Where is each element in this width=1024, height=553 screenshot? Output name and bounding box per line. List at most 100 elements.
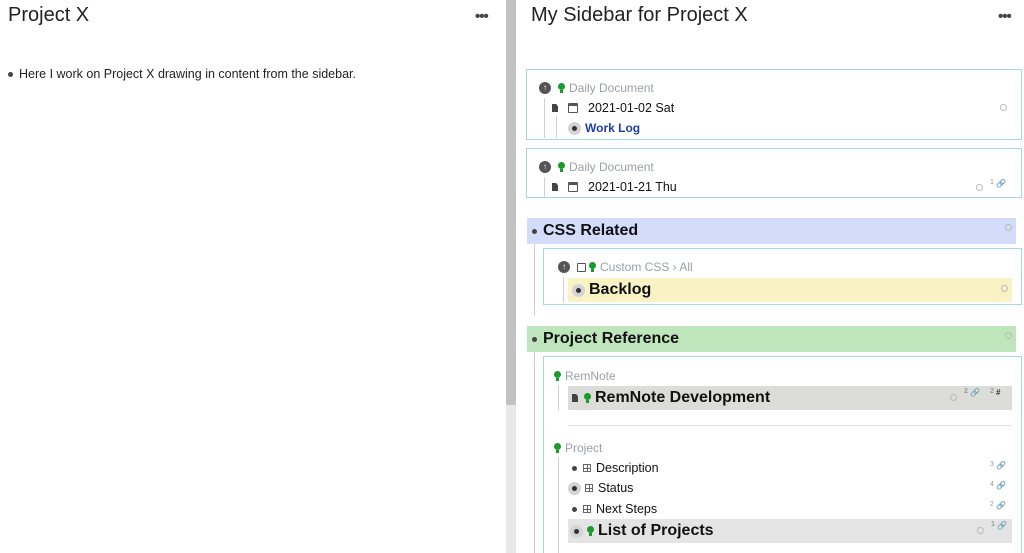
portal-project-reference: RemNote RemNote Development 2 🔗 2 # Proj…: [543, 356, 1022, 553]
sidebar-more-options-icon[interactable]: •••: [998, 8, 1012, 25]
tag-count: 2: [990, 388, 994, 395]
calendar-icon: [568, 103, 578, 113]
list-item[interactable]: Description: [572, 461, 659, 475]
lightbulb-icon: [554, 442, 561, 454]
link-icon[interactable]: 🔗: [970, 388, 980, 397]
arrow-up-icon[interactable]: ↑: [558, 261, 570, 273]
portal-breadcrumb: Project: [554, 441, 602, 455]
indent-line: [544, 177, 545, 197]
rem-menu-dot[interactable]: [950, 394, 957, 401]
lightbulb-icon: [558, 161, 565, 173]
table-icon: [585, 484, 593, 492]
link-icon[interactable]: 🔗: [996, 461, 1006, 470]
collapsed-bullet-icon[interactable]: [568, 481, 581, 495]
rem-menu-dot[interactable]: [976, 184, 983, 191]
collapsed-bullet-icon[interactable]: [570, 524, 583, 538]
document-icon: [552, 104, 558, 112]
date-rem-row[interactable]: 2021-01-21 Thu: [552, 180, 677, 194]
list-of-projects-title[interactable]: List of Projects: [598, 522, 714, 540]
project-reference-title[interactable]: Project Reference: [543, 330, 679, 348]
calendar-icon: [568, 182, 578, 192]
remnote-development-row[interactable]: RemNote Development 2 🔗 2 #: [568, 386, 1012, 410]
work-log-link[interactable]: Work Log: [585, 121, 640, 135]
link-icon[interactable]: 🔗: [996, 501, 1006, 510]
breadcrumb-remnote[interactable]: RemNote: [565, 369, 616, 383]
status-label[interactable]: Status: [598, 481, 633, 495]
lightbulb-icon: [587, 525, 594, 537]
bullet-icon[interactable]: [572, 465, 577, 471]
list-item[interactable]: Status: [568, 481, 633, 495]
indent-line: [558, 385, 559, 411]
backlog-row[interactable]: Backlog: [568, 278, 1012, 302]
indent-line: [556, 116, 557, 138]
work-log-row[interactable]: Work Log: [568, 121, 640, 135]
portal-breadcrumb: RemNote: [554, 369, 616, 383]
link-icon[interactable]: 🔗: [997, 521, 1007, 530]
rem-menu-dot[interactable]: [1005, 332, 1012, 339]
link-icon[interactable]: 🔗: [996, 179, 1006, 188]
rem-menu-dot[interactable]: [1001, 285, 1008, 292]
hashtag-icon[interactable]: #: [996, 388, 1000, 397]
table-icon: [583, 464, 591, 472]
indent-line: [563, 277, 564, 303]
css-related-title[interactable]: CSS Related: [543, 222, 638, 240]
portal-daily-document-1: ↑ Daily Document 2021-01-02 Sat Work Log: [526, 69, 1022, 140]
bullet-icon[interactable]: [532, 228, 537, 234]
reference-count: 1: [991, 521, 995, 528]
arrow-up-icon[interactable]: ↑: [539, 82, 551, 94]
bullet-icon[interactable]: [532, 336, 537, 342]
rem-bullet-row[interactable]: Here I work on Project X drawing in cont…: [8, 67, 356, 81]
portal-custom-css: ↑ Custom CSS › All Backlog: [543, 248, 1022, 305]
checkbox[interactable]: [577, 262, 586, 272]
rem-menu-dot[interactable]: [1005, 224, 1012, 231]
breadcrumb-daily-document[interactable]: Daily Document: [569, 81, 654, 95]
portal-breadcrumb: ↑ Daily Document: [539, 160, 654, 174]
bullet-icon[interactable]: [8, 71, 13, 77]
left-pane: Project X ••• Here I work on Project X d…: [0, 0, 506, 553]
list-of-projects-row[interactable]: List of Projects 1 🔗: [568, 519, 1012, 543]
next-steps-label[interactable]: Next Steps: [596, 502, 657, 516]
description-label[interactable]: Description: [596, 461, 659, 475]
pane-scrollbar[interactable]: [506, 0, 516, 553]
rem-menu-dot[interactable]: [1000, 104, 1007, 111]
link-icon[interactable]: 🔗: [996, 481, 1006, 490]
date-rem-row[interactable]: 2021-01-02 Sat: [552, 101, 674, 115]
reference-count: 2: [990, 501, 994, 508]
breadcrumb-project[interactable]: Project: [565, 441, 602, 455]
indent-line: [534, 352, 535, 553]
date-text[interactable]: 2021-01-02 Sat: [588, 101, 674, 115]
page-title: Project X: [8, 4, 90, 26]
indent-line: [534, 244, 535, 316]
backlog-title[interactable]: Backlog: [589, 281, 651, 299]
scrollbar-thumb[interactable]: [506, 0, 516, 405]
sidebar-title: My Sidebar for Project X: [531, 4, 748, 26]
reference-count: 2: [964, 388, 968, 395]
reference-count: 3: [990, 461, 994, 468]
breadcrumb-custom-css[interactable]: Custom CSS › All: [600, 260, 693, 274]
arrow-up-icon[interactable]: ↑: [539, 161, 551, 173]
document-icon: [572, 394, 578, 402]
document-icon: [552, 183, 558, 191]
indent-line: [544, 98, 545, 138]
project-reference-header[interactable]: Project Reference: [527, 326, 1016, 352]
portal-daily-document-2: ↑ Daily Document 2021-01-21 Thu 1 🔗: [526, 148, 1022, 198]
date-text[interactable]: 2021-01-21 Thu: [588, 180, 677, 194]
breadcrumb-daily-document[interactable]: Daily Document: [569, 160, 654, 174]
css-related-header[interactable]: CSS Related: [527, 218, 1016, 244]
collapsed-bullet-icon[interactable]: [568, 121, 581, 135]
remnote-development-title[interactable]: RemNote Development: [595, 389, 770, 407]
right-pane-sidebar: My Sidebar for Project X ••• ↑ Daily Doc…: [516, 0, 1024, 553]
more-options-icon[interactable]: •••: [475, 8, 489, 25]
rem-text[interactable]: Here I work on Project X drawing in cont…: [19, 67, 356, 81]
portal-breadcrumb: ↑ Custom CSS › All: [558, 260, 693, 274]
collapsed-bullet-icon[interactable]: [572, 283, 585, 297]
table-icon: [583, 505, 591, 513]
list-item[interactable]: Next Steps: [572, 502, 657, 516]
rem-menu-dot[interactable]: [977, 527, 984, 534]
bullet-icon[interactable]: [572, 506, 577, 512]
indent-line: [558, 457, 559, 553]
portal-breadcrumb: ↑ Daily Document: [539, 81, 654, 95]
lightbulb-icon: [589, 261, 596, 273]
lightbulb-icon: [584, 392, 591, 404]
lightbulb-icon: [554, 370, 561, 382]
